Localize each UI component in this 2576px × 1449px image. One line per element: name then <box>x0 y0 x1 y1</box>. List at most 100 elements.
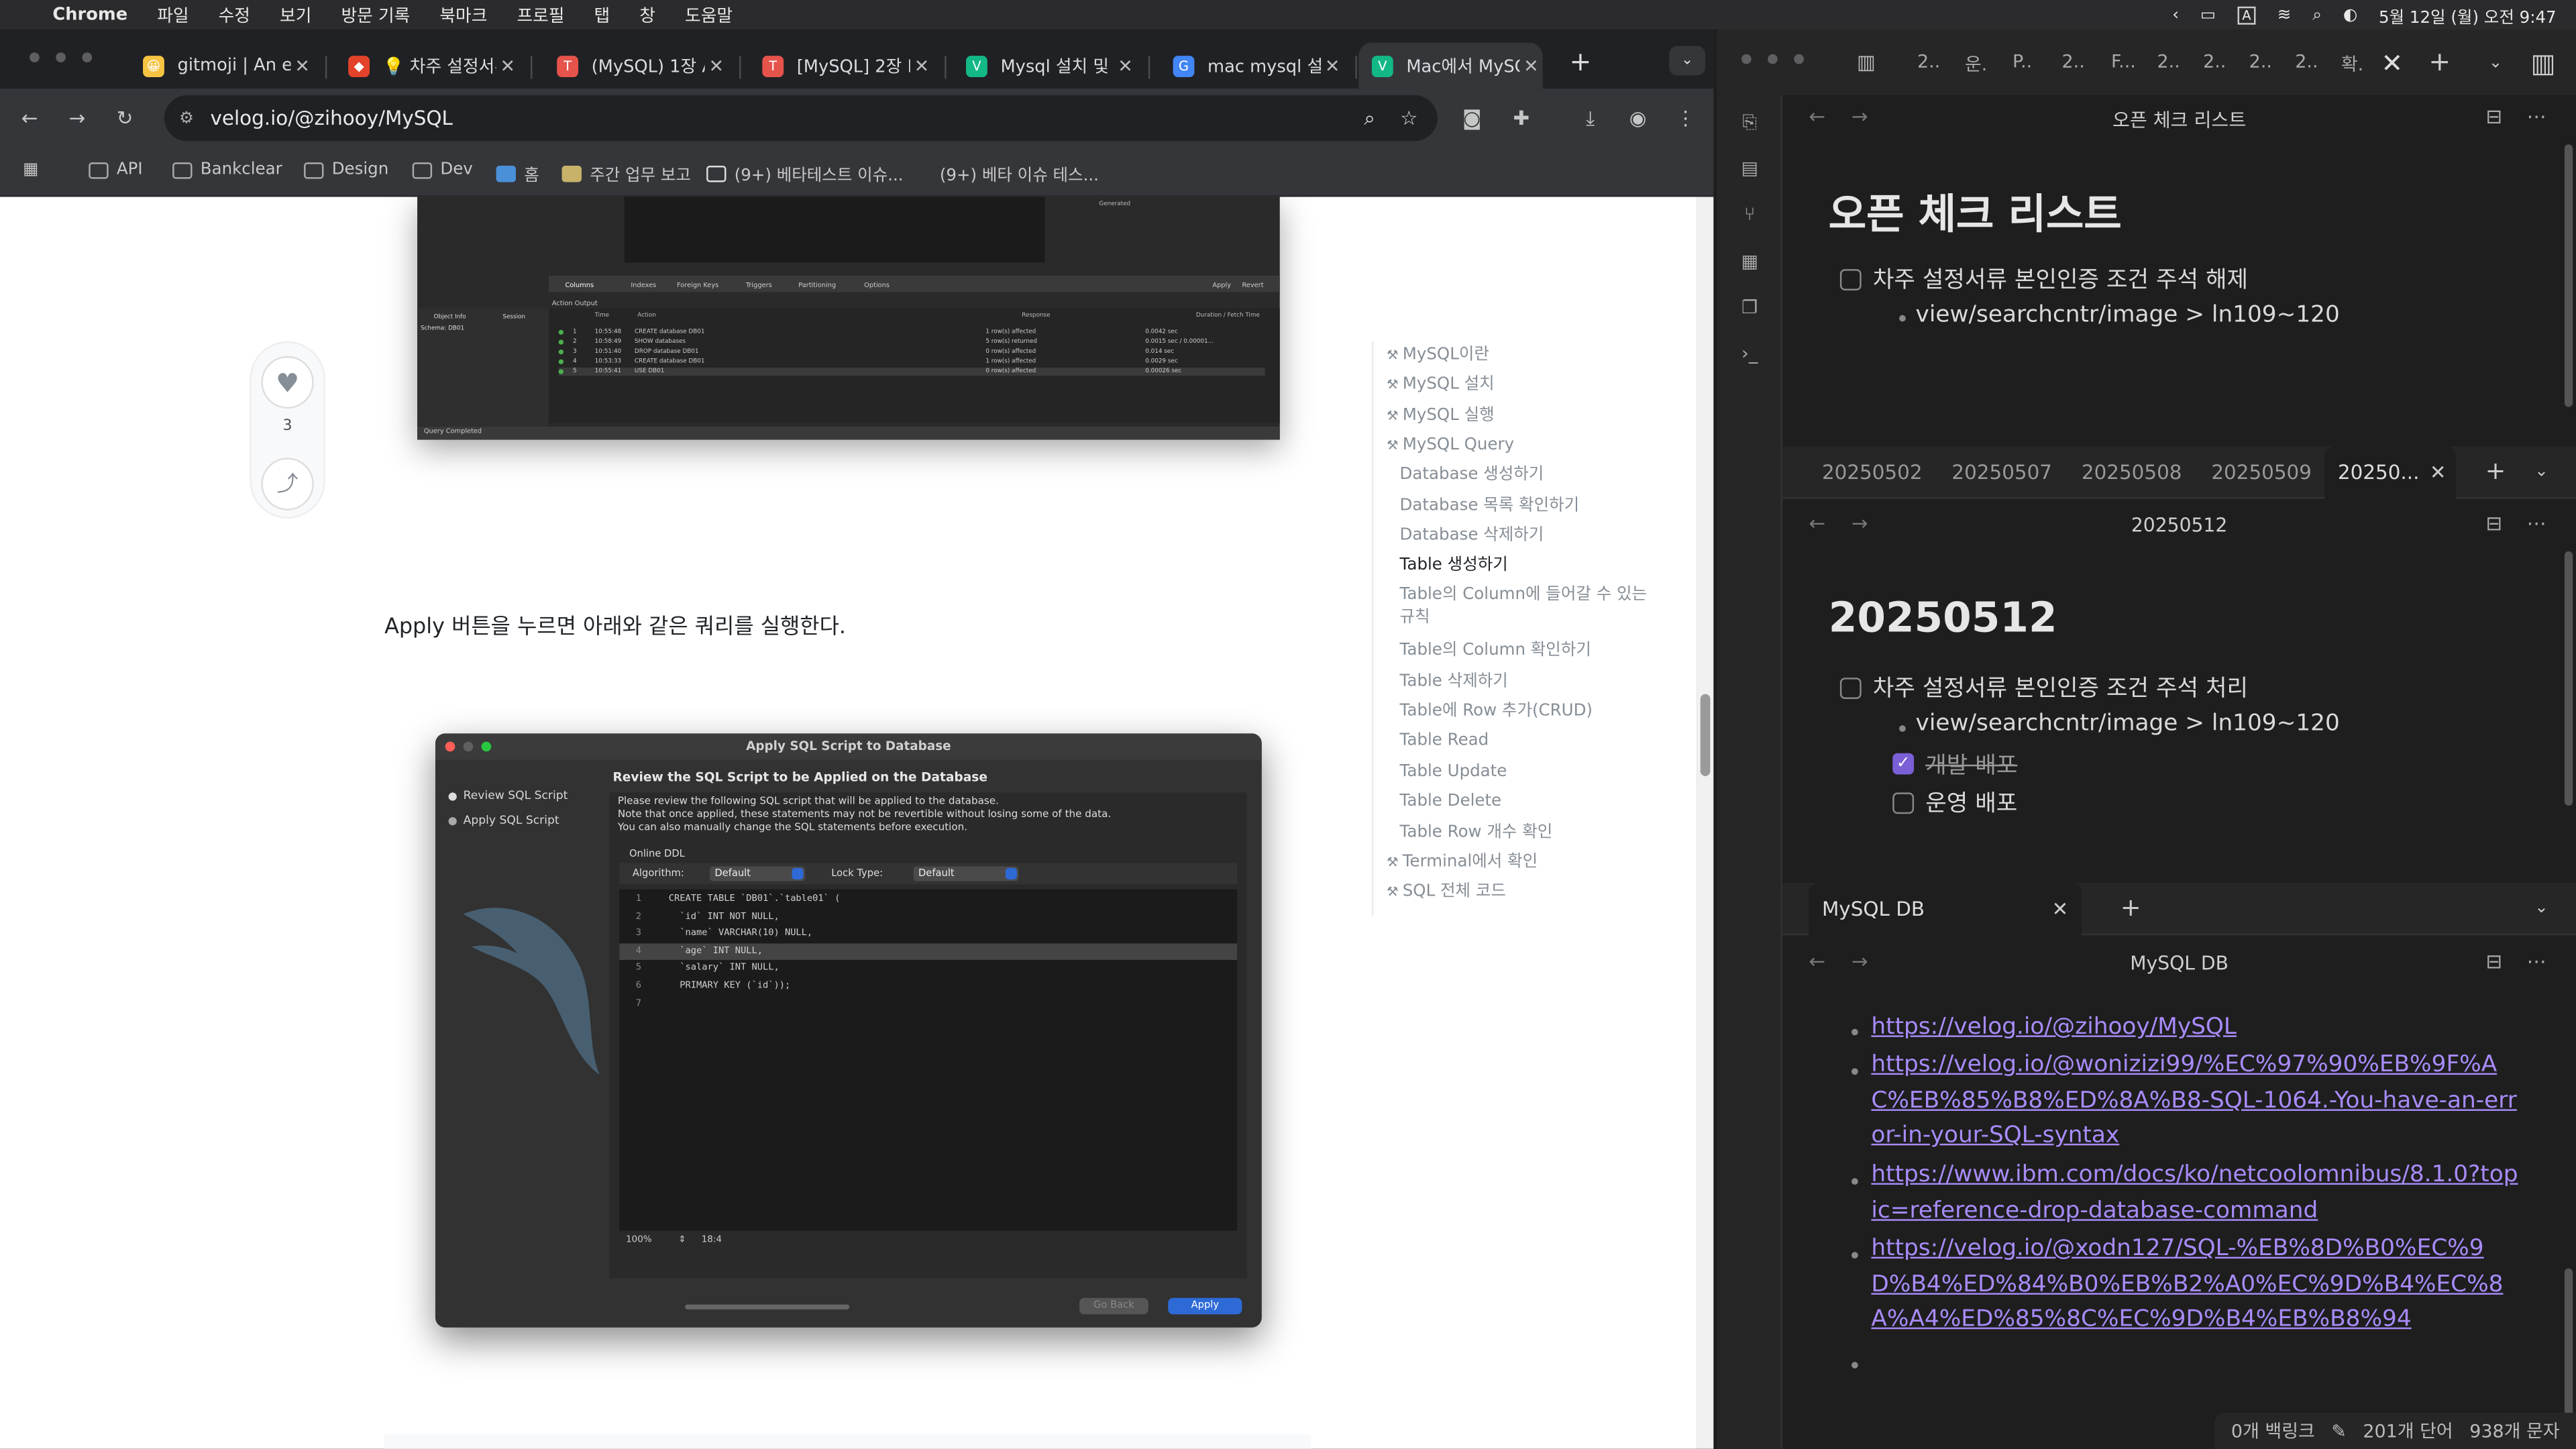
bookmark-beta-issue[interactable]: (9+) 베타 이슈 테스... <box>912 161 1099 185</box>
forward-icon[interactable]: → <box>62 103 92 133</box>
address-bar[interactable]: ⚙ velog.io/@zihooy/MySQL ⌕ ☆ <box>164 95 1438 142</box>
toc-item[interactable]: ⚒ Terminal에서 확인 <box>1387 851 1538 873</box>
browser-tab[interactable]: 😀 gitmoji | An em✕ <box>129 43 313 89</box>
toc-item[interactable]: ⚒ MySQL이란 <box>1387 345 1489 366</box>
zoom-window-button[interactable] <box>82 52 93 62</box>
daily-note-tab[interactable]: 20250502 <box>1822 446 1923 498</box>
task-text[interactable]: 차주 설정서류 본인인증 조건 주석 해제 <box>1873 262 2248 295</box>
link-velog-wonizizi99[interactable]: https://velog.io/@wonizizi99/%EC%97%90%E… <box>1871 1049 2520 1155</box>
minimize-window-button[interactable] <box>56 52 66 62</box>
task-text[interactable]: 차주 설정서류 본인인증 조건 주석 처리 <box>1873 671 2248 704</box>
graph-view-icon[interactable]: ⑂ <box>1737 202 1763 228</box>
browser-tab[interactable]: Gmac mysql 설치✕ <box>1160 43 1344 89</box>
bookmark-folder-api[interactable]: API <box>89 161 143 179</box>
link-velog-zihooy[interactable]: https://velog.io/@zihooy/MySQL <box>1871 1011 2512 1046</box>
spotlight-search-icon[interactable]: ⌕ <box>2312 6 2322 24</box>
more-options-icon[interactable]: ⋯ <box>2527 950 2546 973</box>
apps-icon[interactable]: ▦ <box>23 161 38 179</box>
daily-note-calendar-icon[interactable]: ▤ <box>1737 156 1763 182</box>
toc-item[interactable]: Table Row 개수 확인 <box>1400 822 1553 843</box>
tab-list-icon[interactable]: ⌄ <box>2530 896 2553 919</box>
toc-item[interactable]: Table에 Row 추가(CRUD) <box>1400 700 1593 722</box>
list-item-text[interactable]: view/searchcntr/image > ln109~120 <box>1916 302 2340 328</box>
obsidian-tab[interactable]: 2.. <box>2249 51 2272 72</box>
close-tab-icon[interactable]: ✕ <box>705 55 728 76</box>
close-tab-icon[interactable]: ✕ <box>1321 55 1344 76</box>
toc-item[interactable]: Database 목록 확인하기 <box>1400 496 1580 517</box>
task-checkbox[interactable] <box>1839 678 1862 699</box>
menu-file[interactable]: 파일 <box>157 3 189 28</box>
right-sidebar-icon[interactable]: ▥ <box>2528 47 2558 78</box>
chevron-left-icon[interactable]: ‹ <box>2172 6 2179 24</box>
close-window-button[interactable] <box>1741 54 1752 64</box>
close-tab-icon[interactable]: ✕ <box>910 55 933 76</box>
close-tab-icon[interactable]: ✕ <box>2379 47 2405 78</box>
sidebar-toggle-icon[interactable]: ▥ <box>1851 49 1881 75</box>
templates-icon[interactable]: ❐ <box>1737 295 1763 321</box>
reading-view-icon[interactable]: ⊟ <box>2485 105 2502 128</box>
menu-profile[interactable]: 프로필 <box>517 3 564 28</box>
canvas-icon[interactable]: ▦ <box>1737 250 1763 276</box>
tab-mysql-db[interactable]: MySQL DB ✕ <box>1809 882 2082 936</box>
new-tab-icon[interactable]: + <box>2426 45 2453 76</box>
obsidian-tab[interactable]: P.. <box>2012 51 2032 72</box>
edit-mode-icon[interactable]: ✎ <box>2331 1420 2347 1442</box>
zoom-lens-icon[interactable]: ⌕ <box>1364 106 1375 131</box>
toc-item[interactable]: Table Update <box>1400 761 1507 783</box>
toc-item[interactable]: Table Read <box>1400 730 1489 751</box>
chrome-menu-icon[interactable]: ⋮ <box>1671 103 1701 133</box>
daily-note-tab[interactable]: 20250509 <box>2211 446 2312 498</box>
toc-item[interactable]: Table Delete <box>1400 791 1502 812</box>
note-title-bar[interactable]: MySQL DB <box>1782 952 2576 975</box>
toc-item[interactable]: Table 삭제하기 <box>1400 671 1508 692</box>
obsidian-tab[interactable]: 2.. <box>2061 51 2084 72</box>
url-text[interactable]: velog.io/@zihooy/MySQL <box>210 107 452 129</box>
close-window-button[interactable] <box>30 52 40 62</box>
bookmark-folder-dev[interactable]: Dev <box>412 161 473 179</box>
browser-tab[interactable]: V Mac에서 MySQL✕ <box>1358 42 1543 89</box>
download-icon[interactable]: ⤓ <box>1576 103 1605 133</box>
close-tab-icon[interactable]: ✕ <box>2052 883 2069 935</box>
page-scroll-thumb[interactable] <box>1700 694 1711 776</box>
browser-tab[interactable]: T [MySQL] 2장 E ✕ <box>749 43 933 89</box>
reading-view-icon[interactable]: ⊟ <box>2485 512 2502 535</box>
menu-help[interactable]: 도움말 <box>685 3 733 28</box>
battery-icon[interactable]: ▭ <box>2200 6 2216 24</box>
tab-list-icon[interactable]: ⌄ <box>2530 460 2553 482</box>
toc-item[interactable]: Table 생성하기 <box>1400 555 1508 576</box>
pane-scrollbar[interactable] <box>2564 551 2573 806</box>
task-checkbox-checked[interactable]: ✓ <box>1892 753 1915 775</box>
obsidian-tab[interactable]: 확. <box>2341 51 2363 77</box>
obsidian-tab[interactable]: 2.. <box>2295 51 2318 72</box>
daily-note-tab[interactable]: 20250... ✕ <box>2324 446 2457 499</box>
more-options-icon[interactable]: ⋯ <box>2527 512 2546 535</box>
toc-item[interactable]: ⚒ MySQL 설치 <box>1387 374 1495 396</box>
more-options-icon[interactable]: ⋯ <box>2527 105 2546 128</box>
close-tab-icon[interactable]: ✕ <box>496 55 519 76</box>
like-heart-icon[interactable]: ♥ <box>261 356 314 409</box>
bookmark-folder-design[interactable]: Design <box>304 161 388 179</box>
site-info-icon[interactable]: ⚙ <box>179 109 194 127</box>
link-ibm-docs[interactable]: https://www.ibm.com/docs/ko/netcoolomnib… <box>1871 1159 2520 1229</box>
extensions-icon[interactable]: ✚ <box>1507 103 1536 133</box>
bookmark-beta-test[interactable]: (9+) 베타테스트 이슈... <box>706 161 904 185</box>
toc-item[interactable]: Table의 Column에 들어갈 수 있는 <box>1400 584 1648 606</box>
browser-tab[interactable]: ◆ 💡 차주 설정서류✕ <box>335 43 519 89</box>
bookmark-weekly-report[interactable]: 주간 업무 보고 <box>561 161 691 185</box>
obsidian-tab[interactable]: 2.. <box>1917 51 1940 72</box>
profile-icon[interactable]: ◉ <box>1623 103 1653 133</box>
new-tab-icon[interactable]: + <box>1566 45 1595 76</box>
task-text-done[interactable]: 개발 배포 <box>1925 748 2017 781</box>
obsidian-tab[interactable]: 운. <box>1965 51 1987 77</box>
menu-history[interactable]: 방문 기록 <box>341 3 410 28</box>
tab-list-icon[interactable]: ⌄ <box>2482 49 2508 75</box>
obsidian-tab[interactable]: 2.. <box>2203 51 2226 72</box>
task-checkbox[interactable] <box>1892 792 1915 814</box>
control-center-icon[interactable]: ◐ <box>2343 6 2357 24</box>
share-icon[interactable]: ⤴ <box>261 458 314 511</box>
toc-item[interactable]: Table의 Column 확인하기 <box>1400 640 1591 661</box>
pane-scrollbar[interactable] <box>2564 144 2573 407</box>
daily-note-tab[interactable]: 20250507 <box>1951 446 2052 498</box>
note-title-bar[interactable]: 20250512 <box>1782 514 2576 537</box>
menu-bookmarks[interactable]: 북마크 <box>439 3 487 28</box>
